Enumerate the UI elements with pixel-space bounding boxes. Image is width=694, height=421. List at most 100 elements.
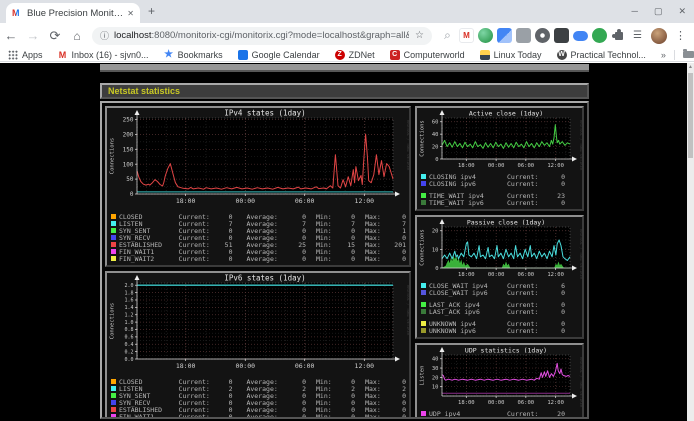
puzzle-shape: [615, 32, 623, 40]
svg-text:1.4: 1.4: [124, 305, 133, 311]
bookmark-star-icon[interactable]: ☆: [415, 30, 424, 41]
svg-text:20: 20: [432, 229, 439, 235]
wordpress-icon: W: [557, 50, 567, 60]
reload-button[interactable]: ⟳: [44, 28, 66, 44]
green-circle-extension-icon[interactable]: [592, 28, 607, 43]
stat-max-value: 0: [389, 413, 406, 420]
bookmark-apps[interactable]: Apps: [8, 50, 43, 60]
svg-text:Connections: Connections: [420, 120, 426, 156]
svg-text:RRDTOOL / TOBI OETIKER: RRDTOOL / TOBI OETIKER: [579, 357, 582, 408]
legend-swatch: [111, 228, 116, 233]
svg-text:06:00: 06:00: [518, 400, 535, 406]
legend-row: FIN_WAIT1Current:0Average:0Min:0Max:0: [111, 413, 406, 419]
legend-label: FIN_WAIT1: [119, 413, 179, 420]
passive-close-graph[interactable]: 0102018:0000:0006:0012:00Passive close (…: [417, 217, 582, 281]
apps-grid-icon: [8, 50, 18, 60]
page-scrollbar[interactable]: ▲: [687, 63, 694, 421]
ipv6-states-graph[interactable]: 0.00.20.40.60.81.01.21.41.61.82.018:0000…: [107, 273, 409, 377]
svg-text:Connections: Connections: [110, 138, 116, 174]
blue-oval-extension-icon[interactable]: [573, 31, 588, 41]
bookmark-google-calendar[interactable]: Google Calendar: [238, 50, 320, 60]
stat-current-label: Current:: [179, 413, 216, 420]
stat-current-label: Current:: [507, 180, 547, 188]
zdnet-icon: Z: [335, 50, 345, 60]
legend-swatch: [111, 386, 116, 391]
bookmark-zdnet[interactable]: ZZDNet: [335, 50, 375, 60]
udp-statistics-graph[interactable]: 1020304018:0000:0006:0012:00UDP statisti…: [417, 345, 582, 409]
panel-ipv4-states: 05010015020025018:0000:0006:0012:00IPv4 …: [105, 106, 411, 267]
profile-avatar[interactable]: [651, 28, 667, 44]
tab-close-icon[interactable]: ✕: [127, 9, 134, 18]
stat-max-label: Max:: [355, 255, 389, 263]
svg-text:12:00: 12:00: [547, 400, 564, 406]
svg-text:10: 10: [432, 385, 439, 391]
right-graph-column: 020406018:0000:0006:0012:00Active close …: [415, 106, 584, 414]
bookmark-items: Apps MInbox (16) - sjvn0... ★Bookmarks Goog…: [8, 50, 661, 60]
stat-current-label: Current:: [507, 308, 547, 316]
green-sphere-extension-icon[interactable]: [478, 28, 493, 43]
legend-swatch: [421, 193, 426, 198]
back-button[interactable]: ←: [0, 28, 22, 43]
copy-pages-extension-icon[interactable]: [497, 28, 512, 43]
svg-text:06:00: 06:00: [518, 272, 535, 278]
search-extension-icon[interactable]: ⌕: [440, 28, 455, 43]
stat-max-value: 0: [389, 255, 406, 263]
active-close-graph[interactable]: 020406018:0000:0006:0012:00Active close …: [417, 108, 582, 172]
legend-label: UNKNOWN ipv6: [429, 327, 507, 335]
legend-label: CLOSE_WAIT ipv6: [429, 289, 507, 297]
extensions-puzzle-icon[interactable]: [611, 28, 626, 43]
address-bar[interactable]: ⓘ localhost:8080/monitorix-cgi/monitorix…: [92, 27, 432, 45]
reading-list-icon[interactable]: ☰: [630, 28, 645, 43]
svg-text:1.2: 1.2: [124, 312, 133, 318]
gray-square-extension-icon[interactable]: [516, 28, 531, 43]
svg-text:Connections: Connections: [110, 303, 116, 339]
browser-window: M Blue Precision Monitorix ✕ + ─ ▢ ✕ ← →…: [0, 0, 694, 421]
chrome-menu-icon[interactable]: ⋮: [675, 29, 686, 42]
monitorix-content: Netstat statistics 05010015020025018:000…: [100, 63, 589, 419]
dark-square-extension-icon[interactable]: [554, 28, 569, 43]
bookmark-bookmarks[interactable]: ★Bookmarks: [164, 50, 223, 60]
eye-extension-icon[interactable]: [535, 28, 550, 43]
legend-swatch: [111, 393, 116, 398]
legend-swatch: [421, 328, 426, 333]
svg-text:RRDTOOL / TOBI OETIKER: RRDTOOL / TOBI OETIKER: [579, 229, 582, 280]
new-tab-button[interactable]: +: [148, 4, 155, 18]
computerworld-icon: C: [390, 50, 400, 60]
svg-text:250: 250: [123, 117, 134, 124]
svg-text:Listen: Listen: [420, 366, 426, 386]
home-button[interactable]: ⌂: [66, 29, 88, 43]
stat-current-label: Current:: [507, 417, 547, 420]
bookmark-computerworld[interactable]: CComputerworld: [390, 50, 465, 60]
legend-swatch: [421, 200, 426, 205]
svg-text:200: 200: [123, 131, 134, 138]
stat-current-label: Current:: [507, 289, 547, 297]
browser-tab[interactable]: M Blue Precision Monitorix ✕: [6, 3, 140, 23]
legend-swatch: [111, 235, 116, 240]
scrollbar-up-icon[interactable]: ▲: [687, 63, 694, 71]
stat-average-label: Average:: [232, 255, 289, 263]
forward-button[interactable]: →: [22, 28, 44, 43]
svg-text:06:00: 06:00: [295, 197, 315, 205]
bookmark-practical-technology[interactable]: WPractical Technol...: [557, 50, 646, 60]
bookmarks-overflow-icon[interactable]: »: [661, 50, 666, 60]
legend-row: LAST_ACK ipv6Current:0: [421, 308, 579, 315]
gmail-extension-icon[interactable]: M: [459, 28, 474, 43]
ipv6-legend: CLOSEDCurrent:0Average:0Min:0Max:0LISTEN…: [107, 377, 409, 419]
bookmark-linux-today[interactable]: Linux Today: [480, 50, 542, 60]
svg-text:12:00: 12:00: [547, 163, 564, 169]
ipv4-states-graph[interactable]: 05010015020025018:0000:0006:0012:00IPv4 …: [107, 108, 409, 212]
page-info-icon[interactable]: ⓘ: [100, 29, 109, 42]
legend-swatch: [111, 256, 116, 261]
maximize-button[interactable]: ▢: [654, 6, 663, 17]
legend-swatch: [421, 181, 426, 186]
stat-current-value: 0: [547, 180, 565, 188]
scrollbar-thumb[interactable]: [688, 73, 693, 158]
gmail-icon: M: [58, 50, 68, 60]
svg-text:20: 20: [432, 145, 439, 151]
svg-text:06:00: 06:00: [518, 163, 535, 169]
svg-text:RRDTOOL / TOBI OETIKER: RRDTOOL / TOBI OETIKER: [406, 285, 409, 336]
url-text[interactable]: localhost:8080/monitorix-cgi/monitorix.c…: [114, 30, 409, 41]
window-close-button[interactable]: ✕: [678, 6, 686, 17]
bookmark-inbox[interactable]: MInbox (16) - sjvn0...: [58, 50, 149, 60]
minimize-button[interactable]: ─: [632, 6, 638, 16]
